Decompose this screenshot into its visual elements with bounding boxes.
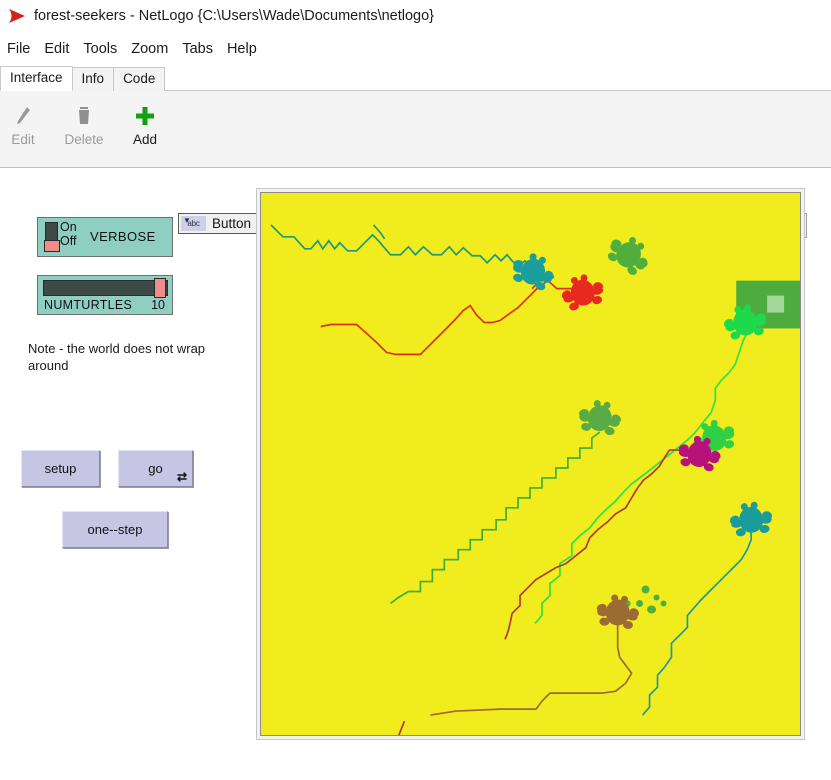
abc-button-icon: ▼abc (181, 216, 206, 231)
slider-knob[interactable] (154, 278, 166, 298)
world-view[interactable] (260, 192, 801, 736)
one-step-button-label: one--step (88, 522, 143, 537)
menu-item-tools[interactable]: Tools (76, 39, 124, 59)
add-button[interactable]: Add (116, 100, 174, 148)
menu-item-zoom[interactable]: Zoom (124, 39, 175, 59)
go-button[interactable]: go ⇄ (118, 450, 193, 487)
delete-button[interactable]: Delete (55, 100, 113, 148)
note-text: Note - the world does not wrap around (28, 340, 208, 374)
world-view-frame (256, 188, 805, 740)
slider-numturtles-value: 10 (151, 298, 165, 312)
switch-on-label: On (60, 220, 77, 234)
widget-type-value: Button (206, 216, 263, 231)
pencil-icon (12, 100, 34, 132)
one-step-button[interactable]: one--step (62, 511, 168, 548)
edit-button[interactable]: Edit (0, 100, 52, 148)
forever-icon: ⇄ (177, 471, 187, 483)
menu-item-tabs[interactable]: Tabs (175, 39, 220, 59)
netlogo-logo-icon (6, 6, 28, 26)
window-title: forest-seekers - NetLogo {C:\Users\Wade\… (34, 8, 434, 24)
world-canvas[interactable] (261, 193, 800, 735)
menu-item-help[interactable]: Help (220, 39, 264, 59)
netlogo-window: forest-seekers - NetLogo {C:\Users\Wade\… (0, 0, 831, 780)
setup-button[interactable]: setup (21, 450, 100, 487)
go-button-label: go (148, 461, 162, 476)
title-bar: forest-seekers - NetLogo {C:\Users\Wade\… (0, 0, 831, 32)
slider-track (43, 280, 168, 296)
menu-item-edit[interactable]: Edit (37, 39, 76, 59)
interface-toolbar: Edit Delete Add ▼abc (0, 91, 831, 168)
switch-knob[interactable] (44, 240, 60, 252)
switch-slot (45, 222, 58, 242)
menu-bar: File Edit Tools Zoom Tabs Help (0, 36, 831, 61)
tab-strip: Interface Info Code (0, 66, 831, 91)
switch-track (44, 222, 60, 253)
tab-interface[interactable]: Interface (0, 66, 73, 91)
setup-button-label: setup (45, 461, 77, 476)
switch-verbose-label: VERBOSE (90, 229, 156, 244)
switch-off-label: Off (60, 234, 76, 248)
edit-button-label: Edit (11, 132, 34, 148)
trash-icon (73, 100, 95, 132)
tab-info[interactable]: Info (72, 67, 115, 91)
slider-numturtles[interactable]: NUMTURTLES 10 (37, 275, 173, 315)
add-button-label: Add (133, 132, 157, 148)
delete-button-label: Delete (64, 132, 103, 148)
plus-icon (133, 100, 157, 132)
menu-item-file[interactable]: File (0, 39, 37, 59)
slider-numturtles-label: NUMTURTLES (44, 298, 132, 312)
tab-code[interactable]: Code (113, 67, 165, 91)
switch-verbose[interactable]: On Off VERBOSE (37, 217, 173, 257)
